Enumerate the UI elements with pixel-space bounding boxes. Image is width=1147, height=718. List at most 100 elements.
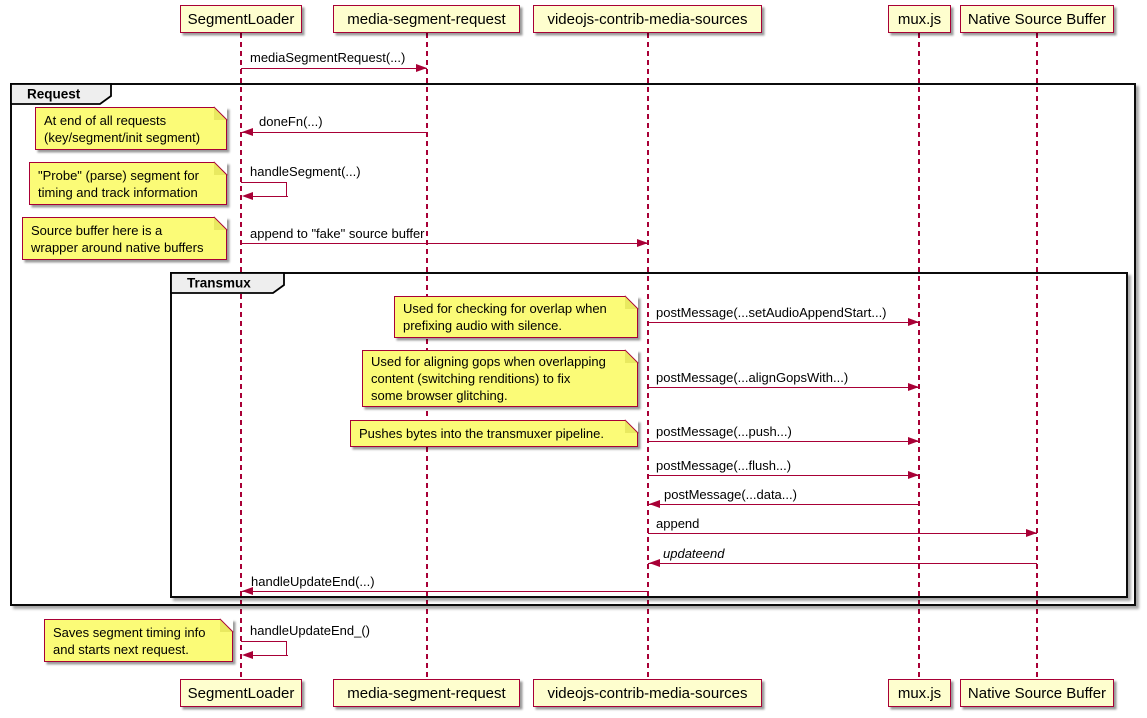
- frame-label: Request: [27, 87, 81, 102]
- note-fold-icon: [220, 619, 233, 632]
- note-fold-line: [213, 106, 227, 120]
- message-label: append to "fake" source buffer: [250, 226, 425, 242]
- message-arrowhead: [1026, 529, 1037, 537]
- participant-label: SegmentLoader: [188, 685, 295, 702]
- frame-label-pentagon: Request: [10, 83, 115, 108]
- message-label: postMessage(...flush...): [656, 458, 791, 474]
- note-source-buffer-here-is-a: Source buffer here is awrapper around na…: [22, 217, 227, 260]
- frame-label: Transmux: [187, 276, 251, 291]
- participant-label: mux.js: [898, 11, 941, 28]
- note-text-line: prefixing audio with silence.: [395, 317, 637, 334]
- message-arrowhead: [908, 471, 919, 479]
- participant-media-segment-request-top: media-segment-request: [333, 5, 520, 33]
- participant-label: videojs-contrib-media-sources: [547, 11, 747, 28]
- note-used-for-aligning-gops-when-overlapping: Used for aligning gops when overlappingc…: [362, 350, 638, 407]
- frame-transmux: Transmux: [170, 272, 1128, 598]
- note-used-for-checking-for-overlap-when: Used for checking for overlap whenprefix…: [394, 296, 638, 338]
- note-text-line: "Probe" (parse) segment for: [30, 167, 226, 184]
- participant-label: videojs-contrib-media-sources: [547, 685, 747, 702]
- message-arrowhead: [242, 587, 253, 595]
- message-arrowhead: [908, 383, 919, 391]
- note-saves-segment-timing-info: Saves segment timing infoand starts next…: [44, 619, 233, 662]
- message-label: doneFn(...): [259, 114, 323, 130]
- participant-label: Native Source Buffer: [968, 11, 1106, 28]
- note-fold-line: [624, 295, 638, 309]
- message-line: [648, 322, 919, 323]
- message-line: [648, 504, 919, 505]
- note-text-line: Source buffer here is a: [23, 222, 226, 239]
- participant-label: SegmentLoader: [188, 11, 295, 28]
- note-text-line: wrapper around native buffers: [23, 239, 226, 256]
- note-probe-parse-segment-for: "Probe" (parse) segment fortiming and tr…: [29, 162, 227, 205]
- message-label: postMessage(...alignGopsWith...): [656, 370, 848, 386]
- message-line: [648, 563, 1037, 564]
- note-fold-icon: [625, 350, 638, 363]
- note-pushes-bytes-into-the-transmuxer-pipeline: Pushes bytes into the transmuxer pipelin…: [350, 420, 638, 447]
- note-text-line: Used for checking for overlap when: [395, 300, 637, 317]
- message-line: [286, 641, 287, 655]
- participant-media-segment-request-bottom: media-segment-request: [333, 679, 520, 707]
- note-fold-icon: [214, 162, 227, 175]
- note-text-line: At end of all requests: [36, 112, 226, 129]
- participant-native-source-buffer-top: Native Source Buffer: [960, 5, 1114, 33]
- participant-videojs-contrib-media-sources-top: videojs-contrib-media-sources: [533, 5, 762, 33]
- note-fold-line: [624, 349, 638, 363]
- participant-label: media-segment-request: [347, 685, 505, 702]
- participant-mux-js-bottom: mux.js: [888, 679, 951, 707]
- message-line: [648, 387, 919, 388]
- note-at-end-of-all-requests: At end of all requests(key/segment/init …: [35, 107, 227, 150]
- participant-segmentloader-top: SegmentLoader: [180, 5, 302, 33]
- participant-mux-js-top: mux.js: [888, 5, 951, 33]
- message-line: [241, 132, 427, 133]
- message-label: mediaSegmentRequest(...): [250, 50, 405, 66]
- note-text-line: Used for aligning gops when overlapping: [363, 353, 637, 370]
- participant-segmentloader-bottom: SegmentLoader: [180, 679, 302, 707]
- message-label: handleUpdateEnd(...): [251, 574, 375, 590]
- note-text-line: content (switching renditions) to fix: [363, 370, 637, 387]
- participant-label: Native Source Buffer: [968, 685, 1106, 702]
- note-text-line: Pushes bytes into the transmuxer pipelin…: [351, 425, 637, 442]
- message-arrowhead: [908, 437, 919, 445]
- note-fold-line: [219, 618, 233, 632]
- message-label: handleUpdateEnd_(): [250, 623, 370, 639]
- note-text-line: timing and track information: [30, 184, 226, 201]
- message-return-line: [251, 196, 288, 197]
- sequence-diagram: Request Transmux mediaSegmentRequest(...) d…: [0, 0, 1147, 718]
- message-line: [648, 475, 919, 476]
- message-label: postMessage(...push...): [656, 424, 792, 440]
- message-arrowhead: [242, 128, 253, 136]
- participant-native-source-buffer-bottom: Native Source Buffer: [960, 679, 1114, 707]
- message-line: [286, 182, 287, 196]
- message-label: handleSegment(...): [250, 164, 361, 180]
- frame-label-pentagon: Transmux: [170, 272, 288, 297]
- message-arrowhead: [242, 651, 253, 659]
- message-line: [241, 182, 286, 183]
- message-line: [241, 243, 648, 244]
- message-line: [648, 441, 919, 442]
- note-text-line: (key/segment/init segment): [36, 129, 226, 146]
- message-arrowhead: [416, 64, 427, 72]
- note-fold-icon: [214, 107, 227, 120]
- note-fold-icon: [625, 296, 638, 309]
- note-text-line: Saves segment timing info: [45, 624, 232, 641]
- message-arrowhead: [637, 239, 648, 247]
- message-return-line: [251, 655, 288, 656]
- message-arrowhead: [649, 500, 660, 508]
- message-line: [648, 533, 1037, 534]
- message-arrowhead: [649, 559, 660, 567]
- participant-videojs-contrib-media-sources-bottom: videojs-contrib-media-sources: [533, 679, 762, 707]
- message-line: [241, 641, 286, 642]
- message-line: [241, 68, 427, 69]
- message-label: append: [656, 516, 699, 532]
- note-fold-line: [624, 419, 638, 433]
- note-fold-line: [213, 161, 227, 175]
- message-label: updateend: [663, 546, 724, 562]
- note-fold-icon: [214, 217, 227, 230]
- message-line: [241, 591, 648, 592]
- note-fold-line: [213, 216, 227, 230]
- note-text-line: some browser glitching.: [363, 387, 637, 404]
- participant-label: media-segment-request: [347, 11, 505, 28]
- message-arrowhead: [908, 318, 919, 326]
- message-label: postMessage(...setAudioAppendStart...): [656, 305, 887, 321]
- message-arrowhead: [242, 192, 253, 200]
